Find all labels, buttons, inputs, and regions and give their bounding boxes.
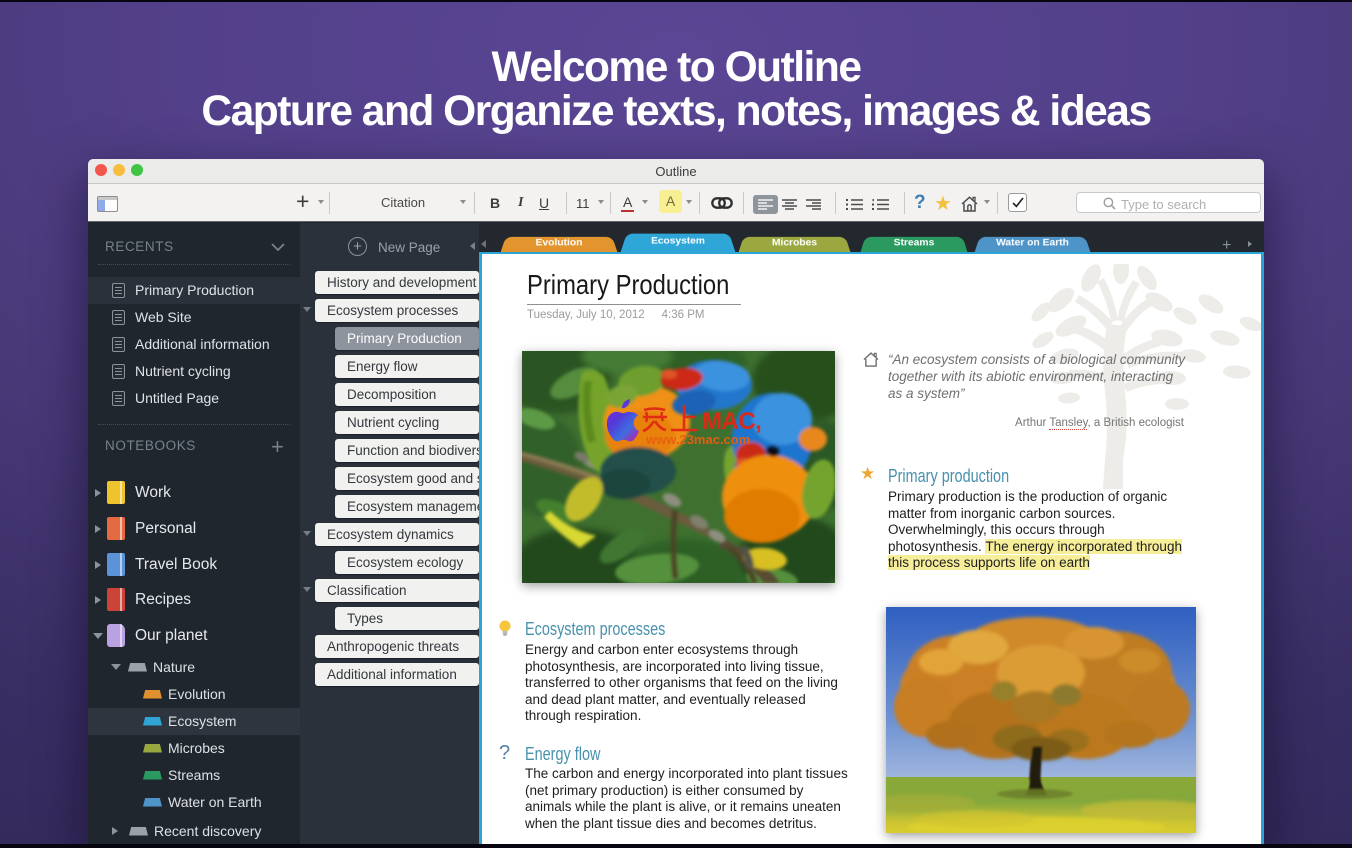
svg-text:MAC,: MAC, — [702, 408, 761, 435]
svg-text:www.23mac.com: www.23mac.com — [645, 432, 750, 447]
